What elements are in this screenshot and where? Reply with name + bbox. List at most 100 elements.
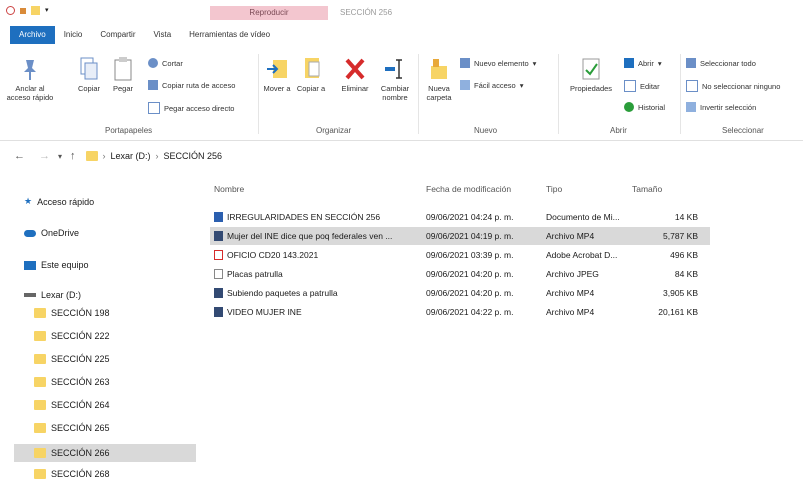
table-row[interactable]: IRREGULARIDADES EN SECCIÓN 256 09/06/202… bbox=[210, 208, 710, 226]
table-row[interactable]: OFICIO CD20 143.2021 09/06/2021 03:39 p.… bbox=[210, 246, 710, 264]
nav-label: SECCIÓN 222 bbox=[51, 331, 110, 341]
nav-label: SECCIÓN 264 bbox=[51, 400, 110, 410]
new-item-button[interactable]: Nuevo elemento ▾ bbox=[460, 58, 536, 68]
ribbon-tabs: Archivo Inicio Compartir Vista Herramien… bbox=[0, 26, 803, 44]
nav-folder[interactable]: SECCIÓN 264 bbox=[34, 400, 110, 410]
properties-button[interactable]: Propiedades bbox=[562, 56, 620, 93]
tab-video-tools[interactable]: Herramientas de vídeo bbox=[180, 26, 279, 44]
table-row[interactable]: Placas patrulla 09/06/2021 04:20 p. m. A… bbox=[210, 265, 710, 283]
nav-this-pc[interactable]: Este equipo bbox=[24, 260, 89, 270]
group-open: Abrir bbox=[610, 126, 627, 135]
folder-icon[interactable] bbox=[31, 6, 40, 15]
chevron-down-icon[interactable]: ▾ bbox=[58, 152, 62, 161]
select-all-button[interactable]: Seleccionar todo bbox=[686, 58, 756, 68]
new-item-label: Nuevo elemento bbox=[474, 58, 529, 68]
tab-file[interactable]: Archivo bbox=[10, 26, 55, 44]
nav-folder-selected[interactable]: SECCIÓN 266 bbox=[14, 444, 196, 462]
folder-icon bbox=[34, 469, 46, 479]
select-none-button[interactable]: No seleccionar ninguno bbox=[686, 80, 780, 92]
table-row[interactable]: Subiendo paquetes a patrulla 09/06/2021 … bbox=[210, 284, 710, 302]
tab-home[interactable]: Inicio bbox=[55, 26, 92, 44]
properties-icon bbox=[579, 56, 603, 82]
word-icon bbox=[214, 212, 223, 223]
copy-button[interactable]: Copiar bbox=[72, 56, 106, 93]
easy-access-button[interactable]: Fácil acceso ▾ bbox=[460, 80, 523, 90]
cut-button[interactable]: Cortar bbox=[148, 58, 183, 68]
column-modified[interactable]: Fecha de modificación bbox=[426, 184, 511, 194]
nav-label: SECCIÓN 268 bbox=[51, 469, 110, 479]
nav-label: Acceso rápido bbox=[37, 196, 95, 207]
nav-quick-access[interactable]: ★ Acceso rápido bbox=[24, 196, 94, 207]
open-label: Abrir bbox=[638, 58, 654, 68]
history-icon bbox=[624, 102, 634, 112]
undo-icon[interactable] bbox=[6, 6, 15, 15]
nav-label: Lexar (D:) bbox=[41, 290, 82, 300]
select-all-label: Seleccionar todo bbox=[700, 58, 756, 68]
nav-onedrive[interactable]: OneDrive bbox=[24, 228, 79, 238]
file-type: Archivo MP4 bbox=[546, 307, 595, 317]
nav-drive[interactable]: Lexar (D:) bbox=[24, 290, 81, 300]
cloud-icon bbox=[24, 229, 36, 237]
address-bar: ← → ▾ ↑ › Lexar (D:) › SECCIÓN 256 bbox=[0, 146, 803, 166]
copy-to-label: Copiar a bbox=[296, 84, 326, 93]
image-icon bbox=[214, 269, 223, 280]
video-icon bbox=[214, 307, 223, 318]
paste-icon bbox=[111, 56, 135, 82]
folder-icon bbox=[34, 448, 46, 458]
table-row[interactable]: VIDEO MUJER INE 09/06/2021 04:22 p. m. A… bbox=[210, 303, 710, 321]
folder-icon bbox=[34, 331, 46, 341]
chevron-down-icon[interactable]: ▾ bbox=[45, 6, 49, 15]
nav-folder[interactable]: SECCIÓN 225 bbox=[34, 354, 110, 364]
file-name: Subiendo paquetes a patrulla bbox=[227, 287, 338, 298]
nav-label: Este equipo bbox=[41, 260, 89, 270]
file-size: 3,905 KB bbox=[663, 288, 698, 298]
copy-to-button[interactable]: Copiar a bbox=[296, 56, 326, 93]
paste-shortcut-button[interactable]: Pegar acceso directo bbox=[148, 102, 234, 114]
context-tab[interactable]: Reproducir bbox=[210, 6, 328, 20]
file-type: Archivo JPEG bbox=[546, 269, 599, 279]
invert-selection-button[interactable]: Invertir selección bbox=[686, 102, 756, 112]
separator bbox=[558, 54, 559, 134]
nav-folder[interactable]: SECCIÓN 198 bbox=[34, 308, 110, 318]
nav-folder[interactable]: SECCIÓN 222 bbox=[34, 331, 110, 341]
file-size: 14 KB bbox=[674, 212, 698, 222]
breadcrumb[interactable]: › Lexar (D:) › SECCIÓN 256 bbox=[85, 151, 223, 161]
file-size: 496 KB bbox=[670, 250, 698, 260]
easy-access-label: Fácil acceso bbox=[474, 80, 516, 90]
edit-button[interactable]: Editar bbox=[624, 80, 660, 92]
breadcrumb-folder[interactable]: SECCIÓN 256 bbox=[164, 151, 223, 161]
up-icon[interactable]: ↑ bbox=[70, 150, 76, 162]
open-button[interactable]: Abrir ▾ bbox=[624, 58, 662, 68]
nav-folder[interactable]: SECCIÓN 263 bbox=[34, 377, 110, 387]
table-row-selected[interactable]: Mujer del INE dice que poq federales ven… bbox=[210, 227, 710, 245]
pin-quick-access-button[interactable]: Anclar al acceso rápido bbox=[4, 56, 56, 102]
back-icon[interactable]: ← bbox=[14, 150, 25, 162]
paste-button[interactable]: Pegar bbox=[108, 56, 138, 93]
tab-share[interactable]: Compartir bbox=[91, 26, 144, 44]
group-new: Nuevo bbox=[474, 126, 498, 135]
move-to-button[interactable]: Mover a bbox=[262, 56, 292, 93]
breadcrumb-drive[interactable]: Lexar (D:) bbox=[111, 151, 151, 161]
nav-folder[interactable]: SECCIÓN 265 bbox=[34, 423, 110, 433]
file-name-cell: Placas patrulla bbox=[214, 269, 419, 280]
new-folder-button[interactable]: Nueva carpeta bbox=[422, 56, 456, 102]
group-organize: Organizar bbox=[316, 126, 352, 135]
delete-button[interactable]: Eliminar bbox=[334, 56, 376, 93]
file-size: 84 KB bbox=[674, 269, 698, 279]
forward-icon[interactable]: → bbox=[39, 150, 50, 162]
nav-folder[interactable]: SECCIÓN 268 bbox=[34, 469, 110, 479]
tab-view[interactable]: Vista bbox=[145, 26, 181, 44]
history-button[interactable]: Historial bbox=[624, 102, 665, 112]
file-type: Adobe Acrobat D... bbox=[546, 250, 618, 260]
copy-path-button[interactable]: Copiar ruta de acceso bbox=[148, 80, 235, 90]
rename-button[interactable]: Cambiar nombre bbox=[376, 56, 414, 102]
properties-icon[interactable] bbox=[20, 7, 26, 14]
file-modified: 09/06/2021 03:39 p. m. bbox=[426, 250, 514, 260]
pdf-icon bbox=[214, 250, 223, 261]
column-type[interactable]: Tipo bbox=[546, 184, 562, 194]
column-name[interactable]: Nombre bbox=[214, 184, 244, 194]
nav-label: SECCIÓN 263 bbox=[51, 377, 110, 387]
nav-label: SECCIÓN 225 bbox=[51, 354, 110, 364]
folder-icon bbox=[34, 377, 46, 387]
column-size[interactable]: Tamaño bbox=[632, 184, 662, 194]
